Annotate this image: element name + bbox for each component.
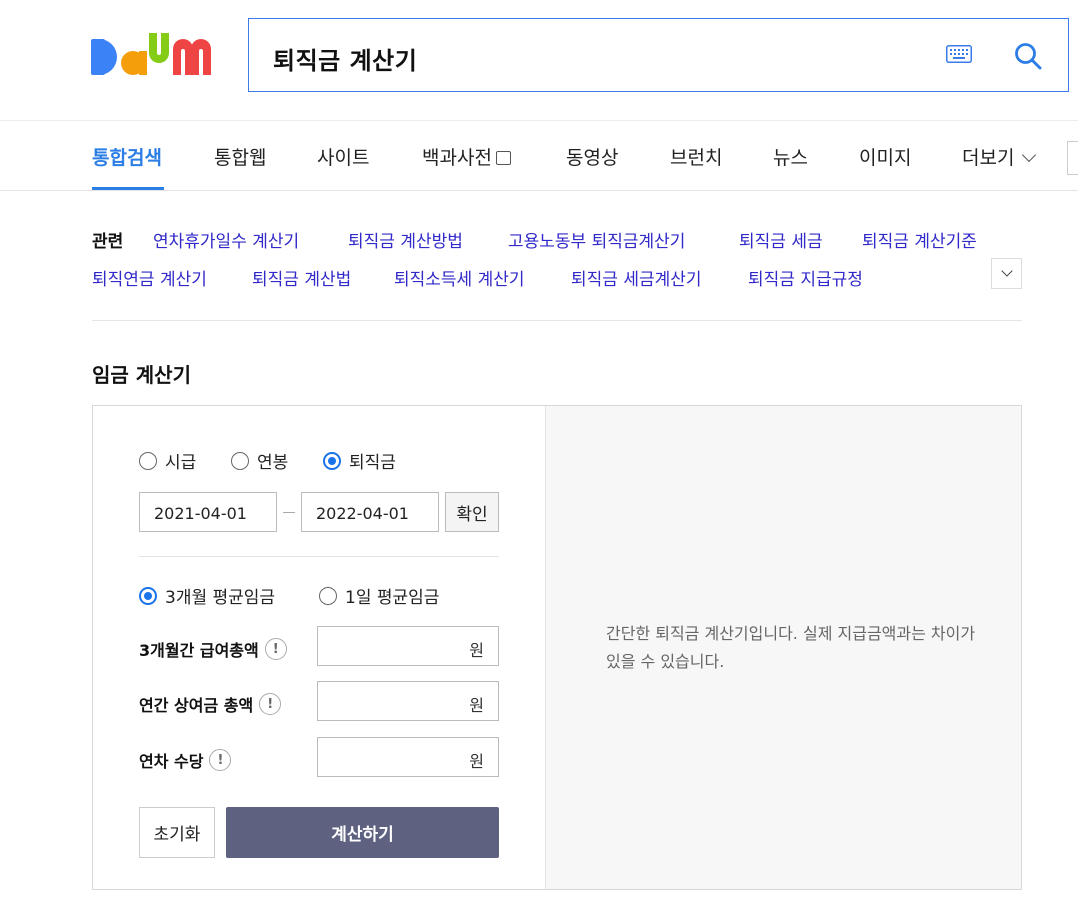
calculate-button[interactable]: 계산하기 (226, 807, 499, 858)
radio-label: 연봉 (257, 453, 289, 473)
tab-encyclopedia[interactable]: 백과사전 (422, 143, 511, 170)
tab-more-label: 더보기 (962, 147, 1015, 169)
currency-unit: 원 (469, 641, 484, 660)
radio-label: 3개월 평균임금 (165, 588, 276, 608)
search-input[interactable]: 퇴직금 계산기 (273, 41, 417, 76)
daum-logo[interactable] (91, 27, 221, 83)
related-link[interactable]: 퇴직금 지급규정 (748, 265, 863, 290)
new-window-icon (495, 151, 511, 165)
start-date-field[interactable]: 2021-04-01 (139, 492, 277, 532)
tab-brunch[interactable]: 브런치 (670, 143, 722, 170)
field-label-text: 연차 수당 (139, 752, 204, 771)
tab-news[interactable]: 뉴스 (773, 143, 808, 170)
radio-button[interactable] (231, 451, 249, 470)
field-label-text: 3개월간 급여총액 (139, 641, 259, 660)
radio-3month-average[interactable]: 3개월 평균임금 (139, 583, 275, 608)
tab-site[interactable]: 사이트 (317, 143, 369, 170)
amount-input[interactable] (318, 682, 463, 720)
calculator-title: 임금 계산기 (92, 363, 191, 387)
result-panel: 간단한 퇴직금 계산기입니다. 실제 지급금액과는 차이가 있을 수 있습니다. (545, 406, 1021, 889)
radio-daily-average[interactable]: 1일 평균임금 (319, 583, 439, 608)
related-expand-button[interactable] (991, 258, 1022, 289)
related-link[interactable]: 퇴직금 세금 (739, 227, 823, 252)
nav-side-button[interactable] (1067, 141, 1078, 175)
radio-button[interactable] (139, 451, 157, 470)
field-label: 연간 상여금 총액 ! (139, 692, 282, 716)
radio-button-selected[interactable] (139, 586, 157, 605)
calculator-description: 간단한 퇴직금 계산기입니다. 실제 지급금액과는 차이가 있을 수 있습니다. (606, 624, 976, 671)
end-date-field[interactable]: 2022-04-01 (301, 492, 439, 532)
tab-image[interactable]: 이미지 (859, 143, 911, 170)
radio-label: 1일 평균임금 (345, 588, 440, 608)
currency-unit: 원 (469, 752, 484, 771)
radio-annual-salary[interactable]: 연봉 (231, 448, 288, 473)
date-range-separator (283, 512, 295, 513)
annual-bonus-input[interactable]: 원 (317, 681, 499, 721)
reset-button[interactable]: 초기화 (139, 807, 215, 858)
confirm-button[interactable]: 확인 (445, 492, 499, 532)
related-link[interactable]: 퇴직연금 계산기 (92, 265, 207, 290)
wage-calculator: 시급 연봉 퇴직금 2021-04-01 2022-04-01 확인 3개월 평… (92, 405, 1022, 890)
search-tabs: 통합검색 통합웹 사이트 백과사전 동영상 브런치 뉴스 이미지 더보기 (0, 120, 1078, 191)
info-icon[interactable]: ! (209, 749, 232, 771)
annual-leave-allowance-input[interactable]: 원 (317, 737, 499, 777)
radio-hourly[interactable]: 시급 (139, 448, 196, 473)
related-link[interactable]: 퇴직소득세 계산기 (394, 265, 525, 290)
field-label: 3개월간 급여총액 ! (139, 637, 287, 661)
chevron-down-icon (1001, 265, 1013, 277)
keyboard-icon[interactable] (946, 45, 972, 63)
field-label-text: 연간 상여금 총액 (139, 696, 254, 715)
related-link[interactable]: 퇴직금 계산기준 (862, 227, 977, 252)
amount-input[interactable] (318, 627, 463, 665)
related-link[interactable]: 퇴직금 계산방법 (348, 227, 463, 252)
tab-integrated-search[interactable]: 통합검색 (92, 143, 162, 170)
currency-unit: 원 (469, 696, 484, 715)
tab-encyclopedia-label: 백과사전 (422, 147, 492, 169)
related-link[interactable]: 퇴직금 세금계산기 (571, 265, 702, 290)
amount-input[interactable] (318, 738, 463, 776)
search-box[interactable]: 퇴직금 계산기 (248, 18, 1069, 92)
tab-video[interactable]: 동영상 (566, 143, 618, 170)
info-icon[interactable]: ! (264, 638, 287, 660)
related-title: 관련 (92, 232, 124, 252)
tab-integrated-web[interactable]: 통합웹 (214, 143, 266, 170)
radio-button[interactable] (319, 586, 337, 605)
radio-label: 퇴직금 (349, 453, 396, 473)
tab-more[interactable]: 더보기 (962, 143, 1037, 170)
radio-button-selected[interactable] (323, 451, 341, 470)
related-link[interactable]: 퇴직금 계산법 (252, 265, 351, 290)
radio-label: 시급 (165, 453, 197, 473)
related-link[interactable]: 고용노동부 퇴직금계산기 (508, 227, 685, 252)
active-tab-indicator (92, 187, 164, 190)
radio-severance[interactable]: 퇴직금 (323, 448, 396, 473)
info-icon[interactable]: ! (259, 693, 282, 715)
total-salary-3months-input[interactable]: 원 (317, 626, 499, 666)
field-label: 연차 수당 ! (139, 748, 232, 772)
search-icon[interactable] (1013, 41, 1043, 71)
related-link[interactable]: 연차휴가일수 계산기 (153, 227, 299, 252)
chevron-down-icon (1022, 147, 1037, 163)
divider (139, 556, 499, 557)
divider (92, 320, 1022, 321)
